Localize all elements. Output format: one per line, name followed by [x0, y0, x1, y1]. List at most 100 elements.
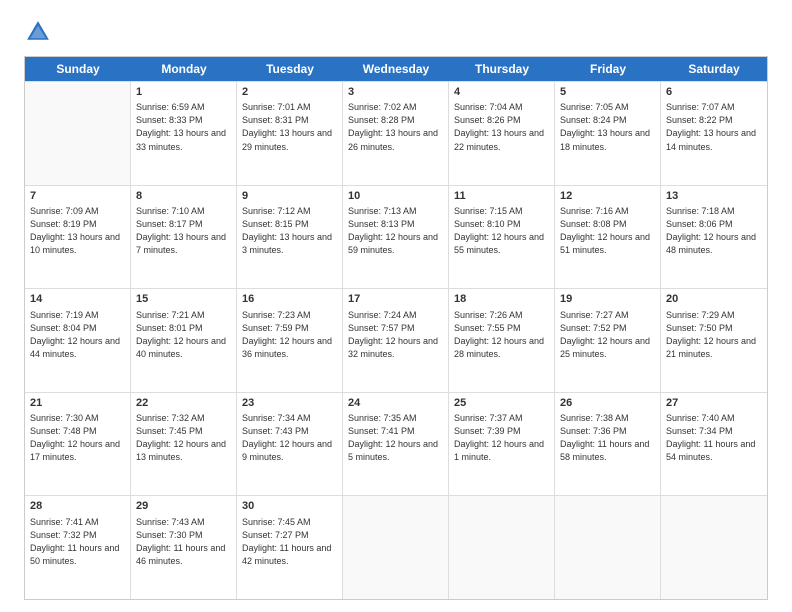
- header-day: Tuesday: [237, 57, 343, 81]
- day-number: 20: [666, 292, 762, 307]
- calendar-row: 1Sunrise: 6:59 AMSunset: 8:33 PMDaylight…: [25, 81, 767, 185]
- calendar-cell: 25Sunrise: 7:37 AMSunset: 7:39 PMDayligh…: [449, 393, 555, 496]
- cell-info: Sunrise: 7:04 AMSunset: 8:26 PMDaylight:…: [454, 101, 549, 153]
- cell-info: Sunrise: 7:32 AMSunset: 7:45 PMDaylight:…: [136, 412, 231, 464]
- day-number: 3: [348, 85, 443, 100]
- cell-info: Sunrise: 7:37 AMSunset: 7:39 PMDaylight:…: [454, 412, 549, 464]
- day-number: 17: [348, 292, 443, 307]
- header-day: Monday: [131, 57, 237, 81]
- calendar-cell: 14 Sunrise: 7:19 AMSunset: 8:04 PMDayligh…: [25, 289, 131, 392]
- cell-info: Sunrise: 7:16 AMSunset: 8:08 PMDaylight:…: [560, 205, 655, 257]
- header-day: Thursday: [449, 57, 555, 81]
- cell-info: Sunrise: 7:26 AMSunset: 7:55 PMDaylight:…: [454, 309, 549, 361]
- calendar-cell: 6Sunrise: 7:07 AMSunset: 8:22 PMDaylight…: [661, 82, 767, 185]
- cell-info: Sunrise: 7:15 AMSunset: 8:10 PMDaylight:…: [454, 205, 549, 257]
- cell-info: Sunrise: 6:59 AMSunset: 8:33 PMDaylight:…: [136, 101, 231, 153]
- cell-info: Sunrise: 7:10 AMSunset: 8:17 PMDaylight:…: [136, 205, 231, 257]
- calendar-cell: [25, 82, 131, 185]
- calendar-cell: 15Sunrise: 7:21 AMSunset: 8:01 PMDayligh…: [131, 289, 237, 392]
- calendar-cell: 5Sunrise: 7:05 AMSunset: 8:24 PMDaylight…: [555, 82, 661, 185]
- cell-info: Sunrise: 7:24 AMSunset: 7:57 PMDaylight:…: [348, 309, 443, 361]
- day-number: 9: [242, 189, 337, 204]
- calendar-row: 7Sunrise: 7:09 AMSunset: 8:19 PMDaylight…: [25, 185, 767, 289]
- header-day: Sunday: [25, 57, 131, 81]
- day-number: 11: [454, 189, 549, 204]
- logo: [24, 18, 58, 46]
- calendar-cell: 9Sunrise: 7:12 AMSunset: 8:15 PMDaylight…: [237, 186, 343, 289]
- day-number: 30: [242, 499, 337, 514]
- day-number: 14: [30, 292, 125, 307]
- calendar-cell: [449, 496, 555, 599]
- calendar-cell: 27Sunrise: 7:40 AMSunset: 7:34 PMDayligh…: [661, 393, 767, 496]
- day-number: 8: [136, 189, 231, 204]
- cell-info: Sunrise: 7:12 AMSunset: 8:15 PMDaylight:…: [242, 205, 337, 257]
- calendar-body: 1Sunrise: 6:59 AMSunset: 8:33 PMDaylight…: [25, 81, 767, 599]
- day-number: 28: [30, 499, 125, 514]
- cell-info: Sunrise: 7:30 AMSunset: 7:48 PMDaylight:…: [30, 412, 125, 464]
- calendar-cell: 3Sunrise: 7:02 AMSunset: 8:28 PMDaylight…: [343, 82, 449, 185]
- calendar-cell: 19Sunrise: 7:27 AMSunset: 7:52 PMDayligh…: [555, 289, 661, 392]
- day-number: 19: [560, 292, 655, 307]
- calendar-cell: 24Sunrise: 7:35 AMSunset: 7:41 PMDayligh…: [343, 393, 449, 496]
- cell-info: Sunrise: 7:34 AMSunset: 7:43 PMDaylight:…: [242, 412, 337, 464]
- calendar-cell: 21Sunrise: 7:30 AMSunset: 7:48 PMDayligh…: [25, 393, 131, 496]
- calendar-cell: 8Sunrise: 7:10 AMSunset: 8:17 PMDaylight…: [131, 186, 237, 289]
- day-number: 6: [666, 85, 762, 100]
- header-day: Wednesday: [343, 57, 449, 81]
- day-number: 24: [348, 396, 443, 411]
- cell-info: Sunrise: 7:02 AMSunset: 8:28 PMDaylight:…: [348, 101, 443, 153]
- day-number: 15: [136, 292, 231, 307]
- calendar-cell: 20 Sunrise: 7:29 AMSunset: 7:50 PMDayligh…: [661, 289, 767, 392]
- calendar-cell: 2Sunrise: 7:01 AMSunset: 8:31 PMDaylight…: [237, 82, 343, 185]
- day-number: 25: [454, 396, 549, 411]
- day-number: 27: [666, 396, 762, 411]
- day-number: 12: [560, 189, 655, 204]
- cell-info: Sunrise: 7:38 AMSunset: 7:36 PMDaylight:…: [560, 412, 655, 464]
- day-number: 1: [136, 85, 231, 100]
- day-number: 10: [348, 189, 443, 204]
- calendar-cell: 16 Sunrise: 7:23 AMSunset: 7:59 PMDayligh…: [237, 289, 343, 392]
- page: SundayMondayTuesdayWednesdayThursdayFrid…: [0, 0, 792, 612]
- calendar-cell: [555, 496, 661, 599]
- day-number: 4: [454, 85, 549, 100]
- calendar-cell: 10Sunrise: 7:13 AMSunset: 8:13 PMDayligh…: [343, 186, 449, 289]
- calendar-cell: 18 Sunrise: 7:26 AMSunset: 7:55 PMDayligh…: [449, 289, 555, 392]
- calendar-cell: 7Sunrise: 7:09 AMSunset: 8:19 PMDaylight…: [25, 186, 131, 289]
- day-number: 26: [560, 396, 655, 411]
- day-number: 7: [30, 189, 125, 204]
- day-number: 2: [242, 85, 337, 100]
- cell-info: Sunrise: 7:41 AMSunset: 7:32 PMDaylight:…: [30, 516, 125, 568]
- calendar-cell: 17 Sunrise: 7:24 AMSunset: 7:57 PMDayligh…: [343, 289, 449, 392]
- day-number: 29: [136, 499, 231, 514]
- calendar-cell: 1Sunrise: 6:59 AMSunset: 8:33 PMDaylight…: [131, 82, 237, 185]
- cell-info: Sunrise: 7:19 AMSunset: 8:04 PMDaylight:…: [30, 309, 125, 361]
- calendar-cell: 22Sunrise: 7:32 AMSunset: 7:45 PMDayligh…: [131, 393, 237, 496]
- calendar-cell: 11Sunrise: 7:15 AMSunset: 8:10 PMDayligh…: [449, 186, 555, 289]
- calendar-row: 21Sunrise: 7:30 AMSunset: 7:48 PMDayligh…: [25, 392, 767, 496]
- cell-info: Sunrise: 7:43 AMSunset: 7:30 PMDaylight:…: [136, 516, 231, 568]
- day-number: 23: [242, 396, 337, 411]
- logo-icon: [24, 18, 52, 46]
- calendar-cell: 13Sunrise: 7:18 AMSunset: 8:06 PMDayligh…: [661, 186, 767, 289]
- calendar-row: 14 Sunrise: 7:19 AMSunset: 8:04 PMDayligh…: [25, 288, 767, 392]
- header: [24, 18, 768, 46]
- calendar-cell: 12Sunrise: 7:16 AMSunset: 8:08 PMDayligh…: [555, 186, 661, 289]
- cell-info: Sunrise: 7:40 AMSunset: 7:34 PMDaylight:…: [666, 412, 762, 464]
- cell-info: Sunrise: 7:09 AMSunset: 8:19 PMDaylight:…: [30, 205, 125, 257]
- day-number: 18: [454, 292, 549, 307]
- calendar-cell: 28 Sunrise: 7:41 AMSunset: 7:32 PMDayligh…: [25, 496, 131, 599]
- calendar-header: SundayMondayTuesdayWednesdayThursdayFrid…: [25, 57, 767, 81]
- calendar-cell: 26Sunrise: 7:38 AMSunset: 7:36 PMDayligh…: [555, 393, 661, 496]
- cell-info: Sunrise: 7:45 AMSunset: 7:27 PMDaylight:…: [242, 516, 337, 568]
- cell-info: Sunrise: 7:18 AMSunset: 8:06 PMDaylight:…: [666, 205, 762, 257]
- cell-info: Sunrise: 7:29 AMSunset: 7:50 PMDaylight:…: [666, 309, 762, 361]
- cell-info: Sunrise: 7:23 AMSunset: 7:59 PMDaylight:…: [242, 309, 337, 361]
- day-number: 13: [666, 189, 762, 204]
- day-number: 22: [136, 396, 231, 411]
- calendar-cell: 4Sunrise: 7:04 AMSunset: 8:26 PMDaylight…: [449, 82, 555, 185]
- calendar-cell: [343, 496, 449, 599]
- day-number: 16: [242, 292, 337, 307]
- calendar: SundayMondayTuesdayWednesdayThursdayFrid…: [24, 56, 768, 600]
- cell-info: Sunrise: 7:05 AMSunset: 8:24 PMDaylight:…: [560, 101, 655, 153]
- cell-info: Sunrise: 7:35 AMSunset: 7:41 PMDaylight:…: [348, 412, 443, 464]
